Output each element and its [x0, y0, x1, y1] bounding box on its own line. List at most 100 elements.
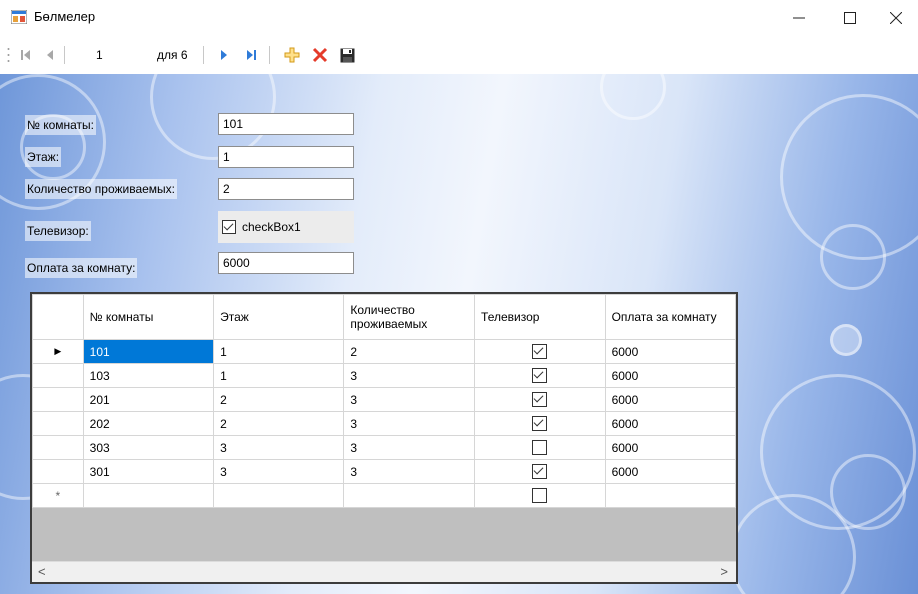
position-field[interactable]: 1 [96, 48, 103, 62]
cell-room[interactable] [82, 483, 215, 508]
room-number-label: № комнаты: [25, 115, 97, 135]
cell-payment[interactable]: 6000 [604, 435, 736, 460]
cell-floor[interactable]: 3 [213, 459, 345, 484]
column-header-room[interactable]: № комнаты [82, 294, 215, 340]
table-row[interactable]: 303 3 3 6000 [32, 435, 736, 460]
cell-floor[interactable]: 1 [213, 339, 345, 364]
cell-room[interactable]: 103 [82, 363, 215, 388]
minimize-button[interactable] [777, 5, 821, 31]
payment-label: Оплата за комнату: [25, 258, 138, 278]
checkbox-unchecked-icon[interactable] [532, 488, 548, 504]
residents-label: Количество проживаемых: [25, 179, 178, 199]
checkbox-checked-icon[interactable] [532, 368, 548, 384]
row-header[interactable] [32, 459, 84, 484]
cell-payment[interactable]: 6000 [604, 459, 736, 484]
grid-corner-header[interactable] [32, 294, 84, 340]
cell-residents[interactable]: 2 [343, 339, 476, 364]
minimize-icon [793, 17, 805, 19]
cell-tv[interactable] [474, 483, 606, 508]
row-header[interactable] [32, 363, 84, 388]
checkbox-checked-icon[interactable] [532, 416, 548, 432]
scroll-left-icon[interactable]: < [38, 564, 46, 579]
move-previous-icon [47, 50, 53, 60]
cell-floor[interactable]: 2 [213, 387, 345, 412]
cell-tv[interactable] [474, 411, 606, 436]
floor-field[interactable]: 1 [218, 146, 354, 168]
cell-floor[interactable]: 2 [213, 411, 345, 436]
current-row-indicator-icon[interactable]: ▶ [32, 339, 84, 364]
cell-room[interactable]: 101 [82, 339, 215, 364]
cell-payment[interactable]: 6000 [604, 339, 736, 364]
move-last-button[interactable] [241, 44, 261, 66]
cell-payment[interactable]: 6000 [604, 411, 736, 436]
rooms-data-grid[interactable]: № комнаты Этаж Количество проживаемых Те… [30, 292, 738, 584]
checkbox-checked-icon[interactable] [532, 392, 548, 408]
save-button[interactable] [336, 44, 358, 66]
cell-residents[interactable]: 3 [343, 411, 476, 436]
toolbar-separator [203, 46, 204, 64]
cell-room[interactable]: 301 [82, 459, 215, 484]
table-row[interactable]: 201 2 3 6000 [32, 387, 736, 412]
app-form-icon [11, 10, 27, 24]
payment-field[interactable]: 6000 [218, 252, 354, 274]
tv-checkbox-text: checkBox1 [242, 220, 301, 234]
cell-floor[interactable] [213, 483, 345, 508]
cell-residents[interactable]: 3 [343, 435, 476, 460]
row-header[interactable] [32, 387, 84, 412]
cell-residents[interactable]: 3 [343, 459, 476, 484]
maximize-icon [844, 12, 856, 24]
decorative-flower [600, 74, 666, 120]
table-row[interactable]: 301 3 3 6000 [32, 459, 736, 484]
checkbox-checked-icon[interactable] [532, 344, 548, 360]
cell-residents[interactable] [343, 483, 476, 508]
cell-payment[interactable] [604, 483, 736, 508]
move-previous-button[interactable] [40, 44, 60, 66]
move-last-icon [247, 50, 256, 60]
new-row-indicator-icon[interactable]: * [32, 483, 84, 508]
checkbox-unchecked-icon[interactable] [532, 440, 548, 456]
cell-tv[interactable] [474, 363, 606, 388]
delete-button[interactable] [309, 44, 331, 66]
column-header-residents[interactable]: Количество проживаемых [343, 294, 476, 340]
cell-tv[interactable] [474, 459, 606, 484]
move-first-button[interactable] [16, 44, 36, 66]
binding-navigator: 1 для 6 [0, 36, 918, 74]
scroll-right-icon[interactable]: > [720, 564, 728, 579]
cell-tv[interactable] [474, 387, 606, 412]
residents-field[interactable]: 2 [218, 178, 354, 200]
column-header-payment[interactable]: Оплата за комнату [604, 294, 736, 340]
column-header-floor[interactable]: Этаж [213, 294, 345, 340]
table-row[interactable]: 103 1 3 6000 [32, 363, 736, 388]
row-header[interactable] [32, 435, 84, 460]
decorative-bubble [830, 324, 862, 356]
cell-payment[interactable]: 6000 [604, 387, 736, 412]
move-next-button[interactable] [214, 44, 234, 66]
new-row[interactable]: * [32, 483, 736, 508]
cell-residents[interactable]: 3 [343, 387, 476, 412]
row-header[interactable] [32, 411, 84, 436]
tv-label: Телевизор: [25, 221, 91, 241]
cell-payment[interactable]: 6000 [604, 363, 736, 388]
tv-checkbox[interactable]: checkBox1 [218, 211, 354, 243]
column-header-tv[interactable]: Телевизор [474, 294, 606, 340]
cell-tv[interactable] [474, 339, 606, 364]
maximize-button[interactable] [828, 5, 872, 31]
cell-room[interactable]: 303 [82, 435, 215, 460]
toolbar-separator [64, 46, 65, 64]
room-number-field[interactable]: 101 [218, 113, 354, 135]
close-button[interactable] [874, 5, 918, 31]
move-next-icon [221, 50, 227, 60]
horizontal-scrollbar[interactable]: < > [32, 561, 736, 582]
table-row[interactable]: 202 2 3 6000 [32, 411, 736, 436]
add-new-button[interactable] [281, 44, 303, 66]
cell-room[interactable]: 201 [82, 387, 215, 412]
cell-room[interactable]: 202 [82, 411, 215, 436]
cell-floor[interactable]: 1 [213, 363, 345, 388]
checkbox-checked-icon[interactable] [532, 464, 548, 480]
cell-floor[interactable]: 3 [213, 435, 345, 460]
cell-residents[interactable]: 3 [343, 363, 476, 388]
window-title: Бөлмелер [34, 9, 96, 24]
checkbox-checked-icon [222, 220, 236, 234]
table-row[interactable]: ▶ 101 1 2 6000 [32, 339, 736, 364]
cell-tv[interactable] [474, 435, 606, 460]
